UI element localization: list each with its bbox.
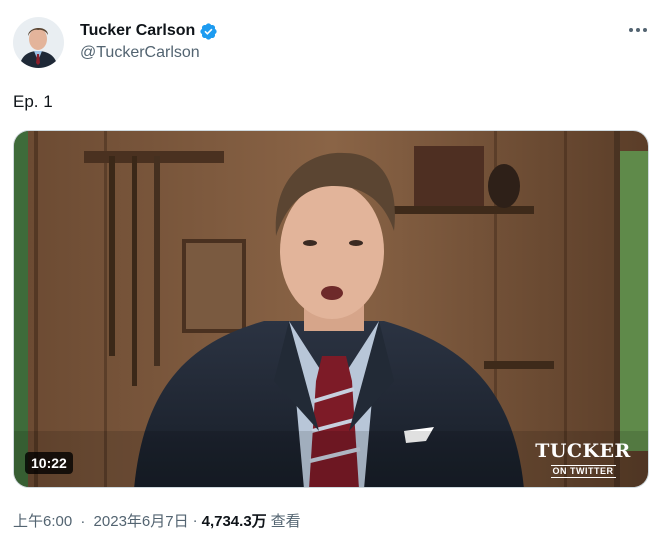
meta-separator: ·	[80, 513, 86, 530]
tweet-text: Ep. 1	[13, 92, 53, 111]
verified-badge-icon	[199, 22, 218, 41]
views-count: 4,734.3万	[201, 513, 267, 530]
show-logo-title: TUCKER	[535, 440, 631, 462]
show-logo-subtitle: ON TWITTER	[550, 465, 616, 478]
tweet: Tucker Carlson @TuckerCarlson Ep. 1 10:2…	[0, 0, 664, 542]
tweet-timestamp-link[interactable]: 上午6:00 · 2023年6月7日	[13, 510, 189, 531]
meta-separator: ·	[192, 512, 198, 529]
video-player[interactable]	[13, 130, 649, 488]
tweet-meta: 上午6:00 · 2023年6月7日 · 4,734.3万 查看	[13, 510, 301, 531]
avatar[interactable]	[13, 17, 64, 68]
views-label: 查看	[270, 513, 301, 530]
show-logo: TUCKER ON TWITTER	[533, 441, 633, 479]
author-handle[interactable]: @TuckerCarlson	[80, 44, 200, 62]
video-thumbnail	[14, 131, 648, 487]
video-duration-badge: 10:22	[25, 452, 73, 474]
more-options-icon	[629, 28, 647, 32]
tweet-time: 上午6:00	[13, 513, 73, 530]
author-name-row: Tucker Carlson	[80, 21, 218, 41]
avatar-image	[13, 17, 64, 68]
more-options-button[interactable]	[624, 18, 652, 42]
author-display-name[interactable]: Tucker Carlson	[80, 22, 195, 40]
tweet-date: 2023年6月7日	[93, 513, 189, 530]
